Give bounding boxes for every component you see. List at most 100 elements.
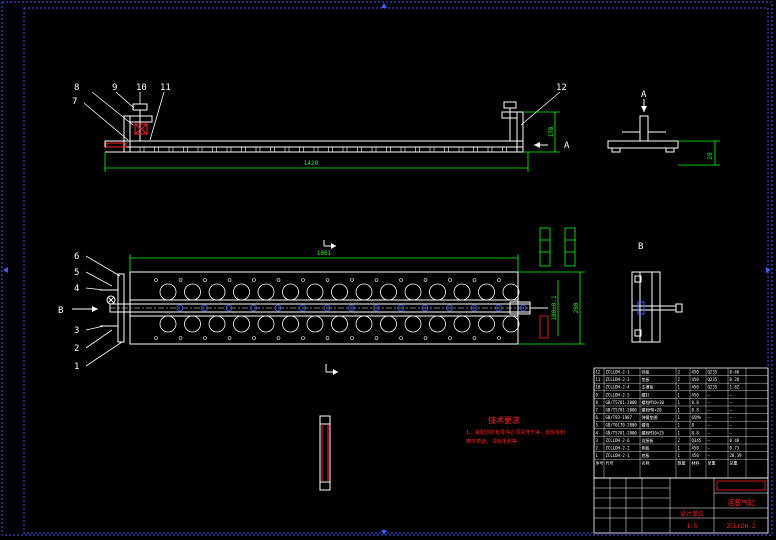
callout-label: 11 [160, 83, 171, 93]
bom-cell: 0.28 [730, 377, 740, 382]
view-b-arrow-label: B [58, 306, 63, 316]
bom-cell: — [708, 400, 711, 405]
callout-label: 12 [556, 83, 567, 93]
plate-hole [257, 315, 275, 333]
beam-tooth [270, 146, 275, 153]
callout-label: 3 [74, 326, 79, 336]
beam-tooth [183, 146, 188, 153]
plate-hole [184, 315, 201, 333]
bolt-hole [252, 336, 256, 340]
bom-cell: 2 [678, 377, 681, 382]
bom-cell: 1 [596, 453, 599, 458]
bolt-hole [472, 336, 477, 340]
plate-hole [306, 283, 324, 301]
bolt-hole [227, 278, 232, 282]
beam-tooth [154, 146, 159, 153]
side-view-b: B [631, 242, 683, 343]
bom-cell: 28.39 [730, 453, 743, 458]
bom-cell: 7 [596, 408, 599, 413]
bom-cell: GB/T5781-2000 [606, 408, 638, 413]
plate-hole [355, 283, 373, 301]
bom-header-cell: 代号 [606, 460, 614, 466]
plate-hole [429, 315, 446, 333]
bolt-hole [325, 336, 330, 340]
bolt-hole [154, 278, 158, 282]
beam-tooth [357, 146, 362, 153]
bom-cell: 65Mn [692, 415, 702, 420]
bom-cell: 8.8 [692, 408, 700, 413]
bom-header-cell: 单重 [708, 460, 716, 466]
bom-cell: 1 [678, 385, 681, 390]
bom-cell: — [708, 430, 711, 435]
bolt-hole [276, 278, 281, 282]
plate-hole [331, 283, 348, 301]
bolt-hole [374, 336, 379, 340]
plate-hole [404, 315, 422, 333]
bom-cell: 12 [596, 370, 601, 375]
front-callouts: 8 9 10 11 7 12 [72, 83, 567, 107]
beam-tooth [284, 146, 290, 153]
bom-cell: 3 [596, 438, 599, 443]
bolt-hole [203, 278, 207, 282]
plan-view: 1861 260 180±0.1 B 654321 [58, 227, 585, 375]
beam-tooth [415, 146, 420, 153]
bom-cell: 0.46 [730, 370, 740, 375]
callout-label: 4 [74, 284, 79, 294]
bom-header-cell: 序号 [596, 460, 604, 466]
title-block-company: 设计单位 [680, 510, 704, 518]
bolt-hole [301, 336, 305, 340]
notes-title: 技术要求 [488, 415, 520, 425]
beam-tooth [299, 146, 304, 153]
callout-label: 1 [74, 362, 79, 372]
plate-hole [331, 315, 348, 333]
bom-cell: 0.48 [730, 438, 740, 443]
bolt-hole [178, 336, 183, 340]
bom-cell: 1 [678, 400, 681, 405]
view-b-title: B [638, 242, 643, 252]
bom-cell: — [708, 423, 711, 428]
bolt-hole [374, 278, 379, 282]
bom-cell: 8.8 [692, 400, 700, 405]
bolt-hole [472, 278, 477, 282]
beam-tooth [226, 146, 232, 153]
plate-hole [478, 283, 495, 301]
bom-cell: 弹簧垫圈 [642, 414, 658, 420]
plate-hole [502, 315, 520, 333]
bom-cell: 8 [596, 400, 599, 405]
bom-header-cell: 材料 [692, 460, 700, 466]
bolt-hole [227, 336, 232, 340]
bom-cell: — [708, 415, 711, 420]
bom-cell: 螺栓M8×20 [642, 407, 663, 413]
bom-cell: 2 [678, 438, 681, 443]
beam-tooth [400, 146, 406, 153]
bom-cell: ZCLLDH-2-4 [606, 385, 631, 390]
bom-cell: — [730, 415, 733, 420]
plate-hole [208, 283, 226, 301]
beam-tooth [139, 146, 145, 153]
bom-cell: ZCLLDH-2-1 [606, 453, 631, 458]
bom-cell: 1 [678, 415, 681, 420]
bom-cell: 6 [596, 415, 599, 420]
bom-cell: 底板 [642, 452, 650, 458]
plate-hole [233, 283, 250, 301]
bom-cell: GB/T6170-2000 [606, 423, 638, 428]
plate-hole [233, 315, 250, 333]
bom-cell: GB/T5781-2000 [606, 430, 638, 435]
bom-cell: 连接板 [642, 437, 654, 443]
front-view: 1420 178 A 8 9 10 11 7 12 [72, 83, 570, 172]
bom-cell: 垫板 [642, 376, 650, 382]
side-view-a: A 29 [607, 90, 720, 166]
bom-cell: Q235 [708, 377, 718, 382]
bolt-hole [399, 336, 403, 340]
beam-tooth [487, 146, 493, 153]
beam-tooth [197, 146, 203, 153]
bom-cell: 1 [678, 408, 681, 413]
bom-cell: 450 [692, 446, 700, 451]
plate-hole [355, 315, 373, 333]
beam-tooth [168, 146, 174, 153]
plate-hole [257, 283, 275, 301]
plate-hole [282, 283, 299, 301]
bom-cell: — [708, 392, 711, 397]
beam-tooth [458, 146, 464, 153]
plate-hole [478, 315, 495, 333]
